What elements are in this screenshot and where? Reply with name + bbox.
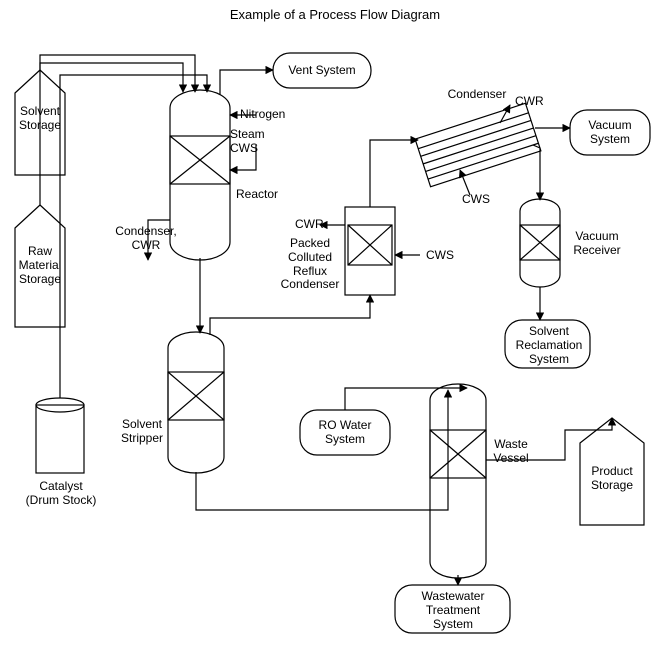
solvent-stripper-label: Solvent Stripper <box>121 418 163 446</box>
condenser-cwr-label: Condenser, CWR <box>115 225 176 253</box>
cws-packed-label: CWS <box>426 249 454 263</box>
vacuum-receiver-label: Vacuum Receiver <box>573 230 620 258</box>
waste-vessel-label: Waste Vessel <box>493 438 528 466</box>
steam-cws-label: Steam CWS <box>230 128 265 156</box>
solvent-storage-label: Solvent Storage <box>19 105 61 133</box>
ro-water-label: RO Water System <box>319 419 372 447</box>
vacuum-system-label: Vacuum System <box>588 119 631 147</box>
condenser2-label: Condenser <box>448 88 507 102</box>
product-storage-label: Product Storage <box>591 465 633 493</box>
title: Example of a Process Flow Diagram <box>230 8 440 23</box>
pfd-canvas: Example of a Process Flow Diagram <box>0 0 669 647</box>
vent-system-label: Vent System <box>288 64 355 78</box>
raw-material-storage-label: Raw Material Storage <box>19 245 62 286</box>
packed-condenser-label: Packed Colluted Reflux Condenser <box>281 237 340 292</box>
solvent-reclamation-label: Solvent Reclamation System <box>516 325 583 366</box>
cwr-packed-label: CWR <box>295 218 324 232</box>
reactor-label: Reactor <box>236 188 278 202</box>
cws-cond2-label: CWS <box>462 193 490 207</box>
nitrogen-label: Nitrogen <box>240 108 285 122</box>
wastewater-label: Wastewater Treatment System <box>422 590 485 631</box>
catalyst-label: Catalyst (Drum Stock) <box>26 480 97 508</box>
cwr-cond2-label: CWR <box>515 95 544 109</box>
